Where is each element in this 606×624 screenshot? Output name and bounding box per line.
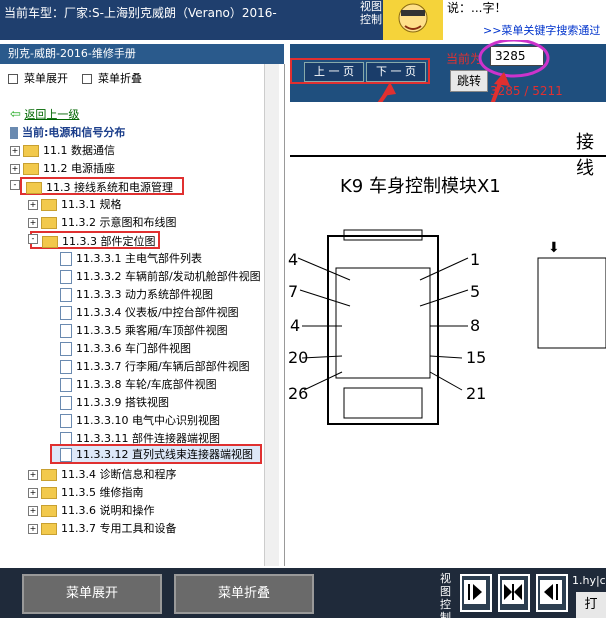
expand-toggle-icon: + <box>28 506 38 516</box>
document-icon <box>60 270 72 284</box>
pin-label: 20 <box>288 348 309 367</box>
tree-leaf[interactable]: 11.3.3.4 仪表板/中控台部件视图 <box>60 304 239 320</box>
tree-item[interactable]: +11.3.4 诊断信息和程序 <box>28 466 176 482</box>
back-link[interactable]: ⇦ 返回上一级 <box>10 106 79 122</box>
document-icon <box>60 252 72 266</box>
svg-text:⬇: ⬇ <box>548 240 560 256</box>
tree-item[interactable]: +11.3.1 规格 <box>28 196 121 212</box>
tree-leaf[interactable]: 11.3.3.8 车轮/车底部件视图 <box>60 376 217 392</box>
pin-label: 4 <box>288 250 299 269</box>
fit-icon <box>504 584 522 600</box>
tree-item[interactable]: +11.3.7 专用工具和设备 <box>28 520 176 536</box>
pin-label: 7 <box>288 282 299 301</box>
pin-label: 8 <box>470 316 481 335</box>
vehicle-label: 当前车型：厂家:S-上海别克威朗（Verano）2016- <box>4 6 277 20</box>
play-left-icon <box>544 584 558 600</box>
expand-toggle-icon: + <box>28 200 38 210</box>
play-right-icon <box>468 584 482 600</box>
current-location: 当前:电源和信号分布 <box>10 124 125 140</box>
document-icon <box>60 448 72 462</box>
tree-leaf[interactable]: 11.3.3.3 动力系统部件视图 <box>60 286 213 302</box>
manual-title: 别克-威朗-2016-维修手册 <box>0 44 284 64</box>
collapse-toggle-icon[interactable]: - <box>10 178 23 191</box>
folder-icon <box>23 163 39 175</box>
nav-forward-button[interactable] <box>460 574 492 612</box>
tree-leaf[interactable]: 11.3.3.6 车门部件视图 <box>60 340 191 356</box>
bottom-collapse-button[interactable]: 菜单折叠 <box>174 574 314 614</box>
tree-leaf[interactable]: 11.3.3.10 电气中心识别视图 <box>60 412 220 428</box>
folder-icon <box>41 199 57 211</box>
tree-item[interactable]: +11.3.2 示意图和布线图 <box>28 214 176 230</box>
pin-label: 15 <box>466 348 487 367</box>
tree-leaf[interactable]: 11.3.3.5 乘客厢/车顶部件视图 <box>60 322 228 338</box>
tree-item[interactable]: +11.2 电源插座 <box>10 160 115 176</box>
pin-label: 5 <box>470 282 481 301</box>
view-control-label: 视图控制 <box>440 572 451 624</box>
bottom-expand-button[interactable]: 菜单展开 <box>22 574 162 614</box>
folder-icon <box>41 523 57 535</box>
folder-open-icon <box>26 182 42 194</box>
folder-icon <box>41 469 57 481</box>
pin-label: 4 <box>290 316 301 335</box>
document-icon <box>60 342 72 356</box>
ad-link[interactable]: >>菜单关键字搜索通过 <box>483 22 600 38</box>
document-icon <box>60 306 72 320</box>
folder-icon <box>23 145 39 157</box>
highlight-ellipse <box>478 40 550 78</box>
view-control-label: 视图控制 <box>360 0 382 26</box>
tree-item[interactable]: +11.3.5 维修指南 <box>28 484 143 500</box>
tree-leaf[interactable]: 11.3.3.9 搭铁视图 <box>60 394 169 410</box>
menu-expand-link[interactable]: 菜单展开 <box>8 70 68 86</box>
expand-toggle-icon: + <box>10 146 20 156</box>
tree-item[interactable]: +11.1 数据通信 <box>10 142 115 158</box>
module-title: K9 车身控制模块X1 <box>340 176 501 197</box>
document-header: 接线 <box>576 132 594 179</box>
nav-back-button[interactable] <box>536 574 568 612</box>
folder-icon <box>41 487 57 499</box>
document-icon <box>60 288 72 302</box>
folder-icon <box>41 217 57 229</box>
expand-toggle-icon: + <box>10 164 20 174</box>
pin-label: 1 <box>470 250 481 269</box>
tree-leaf[interactable]: 11.3.3.1 主电气部件列表 <box>60 250 202 266</box>
tree-leaf-selected[interactable]: 11.3.3.12 直列式线束连接器端视图 <box>50 444 262 464</box>
collapse-icon <box>82 74 92 84</box>
document-icon <box>60 324 72 338</box>
expand-toggle-icon: + <box>28 218 38 228</box>
ad-text: 说：...字！ <box>447 1 507 15</box>
tree-item-highlighted[interactable]: 11.3 接线系统和电源管理 <box>20 177 184 195</box>
nav-fit-button[interactable] <box>498 574 530 612</box>
expand-toggle-icon: + <box>28 470 38 480</box>
collapse-toggle-icon[interactable]: - <box>28 232 41 245</box>
pin-label: 26 <box>288 384 309 403</box>
header-rule <box>290 155 606 157</box>
connector-diagram: ⬇ <box>297 229 606 425</box>
tree-item-highlighted[interactable]: 11.3.3 部件定位图 <box>30 231 160 249</box>
document-icon <box>60 414 72 428</box>
document-icon <box>60 378 72 392</box>
document-icon <box>60 396 72 410</box>
vertical-scrollbar[interactable] <box>264 64 279 566</box>
tree-leaf[interactable]: 11.3.3.2 车辆前部/发动机舱部件视图 <box>60 268 261 284</box>
folder-open-icon <box>42 236 58 248</box>
document-icon <box>60 360 72 374</box>
mascot-icon <box>383 0 443 40</box>
expand-toggle-icon: + <box>28 488 38 498</box>
expand-toggle-icon: + <box>28 524 38 534</box>
folder-icon <box>41 505 57 517</box>
menu-collapse-link[interactable]: 菜单折叠 <box>82 70 142 86</box>
pin-label: 21 <box>466 384 487 403</box>
file-name: 1.hy|c <box>572 574 606 587</box>
expand-icon <box>8 74 18 84</box>
back-arrow-icon: ⇦ <box>10 107 21 122</box>
tree-item[interactable]: +11.3.6 说明和操作 <box>28 502 154 518</box>
book-icon <box>10 127 18 139</box>
tree-leaf[interactable]: 11.3.3.7 行李厢/车辆后部部件视图 <box>60 358 250 374</box>
print-button[interactable]: 打 <box>576 592 606 618</box>
